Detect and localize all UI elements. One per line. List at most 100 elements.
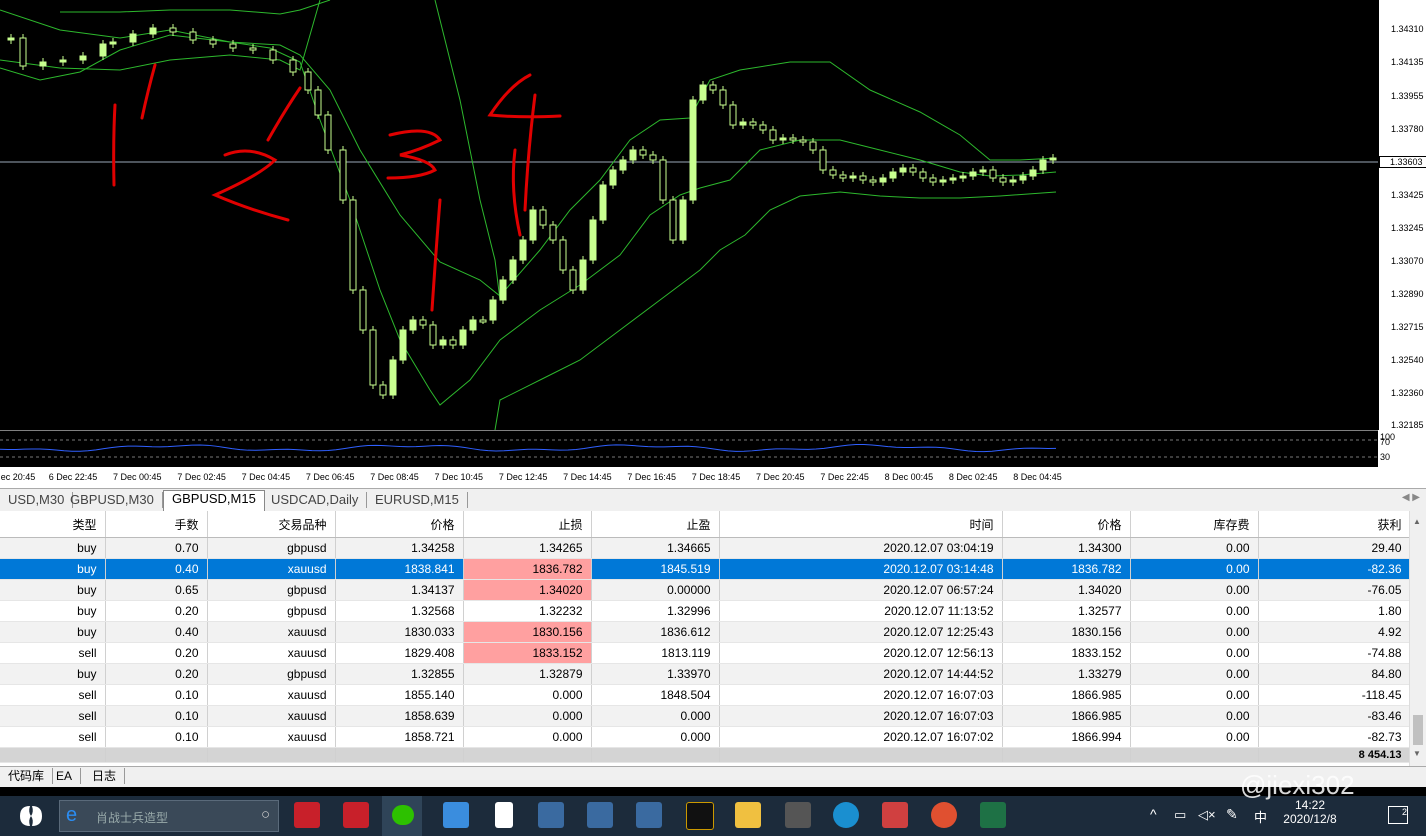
trade-row[interactable]: sell 0.20 xauusd 1829.408 1833.152 1813.119 20… bbox=[0, 642, 1411, 664]
column-header[interactable]: 类型 bbox=[0, 511, 106, 538]
candle-body bbox=[189, 31, 197, 41]
folder-icon[interactable] bbox=[735, 802, 761, 828]
candle-body bbox=[399, 329, 407, 361]
trade-row[interactable]: buy 0.65 gbpusd 1.34137 1.34020 0.00000 2020.1… bbox=[0, 579, 1411, 601]
ime-indicator[interactable]: 中 bbox=[1254, 807, 1267, 826]
mt4-icon-1[interactable] bbox=[538, 802, 564, 828]
table-cell: 0.00 bbox=[1130, 579, 1259, 601]
column-header[interactable]: 止盈 bbox=[591, 511, 720, 538]
app-icon-4[interactable] bbox=[882, 802, 908, 828]
trade-row[interactable]: buy 0.20 gbpusd 1.32855 1.32879 1.33970 2020.1… bbox=[0, 663, 1411, 685]
app-icon-5[interactable] bbox=[931, 802, 957, 828]
candle-body bbox=[439, 339, 447, 346]
terminal-tab[interactable]: EA bbox=[48, 768, 82, 784]
candle-body bbox=[19, 37, 27, 67]
candle-body bbox=[1029, 169, 1037, 177]
column-header[interactable]: 获利 bbox=[1258, 511, 1411, 538]
trade-row[interactable]: sell 0.10 xauusd 1858.721 0.000 0.000 2020.12.… bbox=[0, 726, 1411, 748]
candle-body bbox=[789, 137, 797, 141]
time-axis: ec 20:45 6 Dec 22:45 7 Dec 00:45 7 Dec 02:4… bbox=[0, 466, 1378, 489]
wechat-icon-wrap[interactable] bbox=[382, 796, 422, 836]
candle-body bbox=[324, 114, 332, 151]
table-cell bbox=[0, 747, 106, 763]
trade-row[interactable]: sell 0.10 xauusd 1858.639 0.000 0.000 2020.12.… bbox=[0, 705, 1411, 727]
trade-row[interactable]: buy 0.40 xauusd 1838.841 1836.782 1845.519 202… bbox=[0, 558, 1411, 580]
table-cell: xauusd bbox=[207, 705, 336, 727]
notification-count: 2 bbox=[1401, 807, 1407, 817]
trade-row[interactable]: buy 0.70 gbpusd 1.34258 1.34265 1.34665 2020.1… bbox=[0, 537, 1411, 559]
table-cell bbox=[1002, 747, 1131, 763]
scroll-down-icon[interactable]: ▼ bbox=[1413, 749, 1421, 758]
table-cell: 2020.12.07 16:07:03 bbox=[719, 684, 1003, 706]
candle-body bbox=[449, 339, 457, 346]
table-cell: 0.10 bbox=[105, 726, 208, 748]
network-icon[interactable]: ▭ bbox=[1174, 807, 1186, 823]
edge-icon[interactable] bbox=[833, 802, 859, 828]
search-icon[interactable]: ○ bbox=[261, 806, 270, 823]
chart-tab[interactable]: GBPUSD,M15 bbox=[163, 490, 265, 511]
candle-body bbox=[539, 209, 547, 226]
column-header[interactable]: 时间 bbox=[719, 511, 1003, 538]
table-cell: 0.00 bbox=[1130, 663, 1259, 685]
table-cell: 1.32568 bbox=[335, 600, 464, 622]
volume-icon[interactable]: ◁× bbox=[1198, 807, 1216, 823]
mt4-icon-2[interactable] bbox=[587, 802, 613, 828]
vertical-scrollbar[interactable]: ▲ ▼ bbox=[1409, 511, 1426, 766]
candle-body bbox=[1009, 179, 1017, 183]
pen-icon[interactable]: ✎ bbox=[1226, 806, 1238, 823]
table-cell: 1866.985 bbox=[1002, 684, 1131, 706]
indicator-window[interactable] bbox=[0, 430, 1426, 467]
scrollbar-thumb[interactable] bbox=[1413, 715, 1423, 745]
candle-body bbox=[799, 139, 807, 143]
tray-chevron-up-icon[interactable]: ^ bbox=[1150, 806, 1157, 822]
candle-body bbox=[314, 89, 322, 116]
column-header[interactable]: 手数 bbox=[105, 511, 208, 538]
excel-icon[interactable] bbox=[980, 802, 1006, 828]
price-tick-label: 1.33070 bbox=[1391, 256, 1424, 266]
mt4-icon-3[interactable] bbox=[636, 802, 662, 828]
chart-tab[interactable]: GBPUSD,M30 bbox=[62, 492, 163, 508]
app-icon-1[interactable] bbox=[294, 802, 320, 828]
chart-tab[interactable]: EURUSD,M15 bbox=[367, 492, 468, 508]
app-icon-2[interactable] bbox=[343, 802, 369, 828]
app-icon-3[interactable] bbox=[443, 802, 469, 828]
annotation-stroke-1 bbox=[112, 103, 117, 187]
table-cell: 0.000 bbox=[463, 684, 592, 706]
terminal-tab[interactable]: 日志 bbox=[84, 768, 126, 784]
candle-body bbox=[739, 121, 747, 126]
price-chart[interactable]: 1234 bbox=[0, 0, 1426, 431]
trading-app-icon[interactable] bbox=[686, 802, 714, 830]
column-header[interactable]: 价格 bbox=[1002, 511, 1131, 538]
price-tick-label: 1.33780 bbox=[1391, 124, 1424, 134]
start-icon[interactable] bbox=[18, 804, 44, 828]
candle-body bbox=[889, 171, 897, 179]
candle-body bbox=[209, 39, 217, 45]
candle-body bbox=[39, 61, 47, 67]
chart-tab[interactable]: USDCAD,Daily bbox=[263, 492, 368, 508]
calculator-icon[interactable] bbox=[785, 802, 811, 828]
taskbar-search[interactable]: e 肖战士兵造型 ○ bbox=[59, 800, 279, 832]
trade-row[interactable]: sell 0.10 xauusd 1855.140 0.000 1848.504 2020.… bbox=[0, 684, 1411, 706]
table-cell: 1.80 bbox=[1258, 600, 1411, 622]
column-header[interactable]: 交易品种 bbox=[207, 511, 336, 538]
candle-body bbox=[579, 259, 587, 291]
table-cell: -82.73 bbox=[1258, 726, 1411, 748]
trade-row[interactable]: buy 0.20 gbpusd 1.32568 1.32232 1.32996 2020.1… bbox=[0, 600, 1411, 622]
trade-row[interactable]: buy 0.40 xauusd 1830.033 1830.156 1836.612 202… bbox=[0, 621, 1411, 643]
clock[interactable]: 14:22 2020/12/8 bbox=[1278, 798, 1342, 826]
notification-icon[interactable]: 2 bbox=[1388, 806, 1408, 824]
candle-body bbox=[709, 84, 717, 91]
table-cell: 1.34300 bbox=[1002, 537, 1131, 559]
time-tick-label: 7 Dec 06:45 bbox=[305, 472, 355, 482]
table-cell: 2020.12.07 11:13:52 bbox=[719, 600, 1003, 622]
column-header[interactable]: 价格 bbox=[335, 511, 464, 538]
scroll-up-icon[interactable]: ▲ bbox=[1413, 517, 1421, 526]
column-header[interactable]: 库存费 bbox=[1130, 511, 1259, 538]
tab-scroll-arrows[interactable]: ◀ ▶ bbox=[1402, 492, 1420, 503]
column-header[interactable]: 止损 bbox=[463, 511, 592, 538]
terminal-tab[interactable]: 代码库 bbox=[0, 768, 54, 784]
candlestick-chart[interactable]: 1234 bbox=[0, 0, 1378, 431]
document-icon[interactable] bbox=[495, 802, 513, 828]
table-header-row: 类型 手数 交易品种 价格 止损 止盈 时间 价格 库存费 获利 bbox=[0, 511, 1411, 538]
candle-body bbox=[79, 55, 87, 61]
